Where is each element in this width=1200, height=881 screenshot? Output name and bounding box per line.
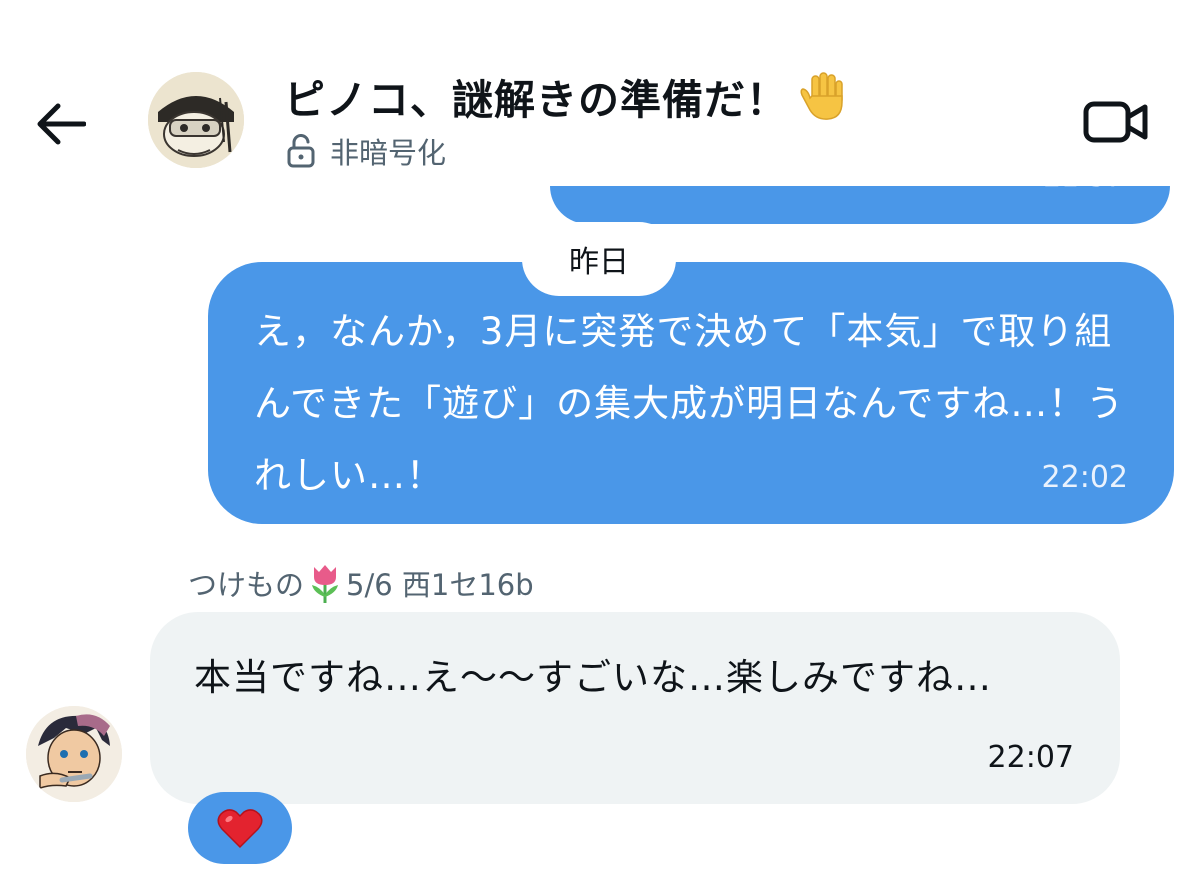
conversation-title[interactable]: ピノコ、謎解きの準備だ！ bbox=[284, 66, 850, 126]
arrow-left-icon bbox=[37, 103, 86, 145]
video-camera-icon bbox=[1083, 101, 1148, 143]
received-message-text: 本当ですね…え〜〜すごいな…楽しみですね… bbox=[194, 656, 992, 699]
manga-avatar-image bbox=[148, 72, 244, 168]
encryption-status: 非暗号化 bbox=[286, 130, 446, 172]
conversation-avatar[interactable] bbox=[148, 72, 244, 168]
dm-conversation-screen: 21:57 ピノコ、謎解きの準備だ！ bbox=[0, 0, 1200, 881]
sender-name: つけもの 5/6 西1セ16b bbox=[188, 562, 534, 604]
sent-message-bubble[interactable]: え，なんか，3月に突発で決めて「本気」で取り組んできた「遊び」の集大成が明日なん… bbox=[208, 262, 1174, 524]
date-divider: 昨日 bbox=[522, 222, 676, 296]
sender-avatar[interactable] bbox=[26, 706, 122, 802]
manga-avatar-image bbox=[26, 706, 122, 802]
heart-icon bbox=[217, 809, 263, 849]
sent-message-text: え，なんか，3月に突発で決めて「本気」で取り組んできた「遊び」の集大成が明日なん… bbox=[254, 310, 1125, 497]
back-button[interactable] bbox=[28, 92, 92, 156]
video-call-button[interactable] bbox=[1078, 92, 1154, 152]
conversation-title-text: ピノコ、謎解きの準備だ！ bbox=[284, 76, 788, 124]
tulip-icon bbox=[308, 563, 342, 603]
received-message-bubble[interactable]: 本当ですね…え〜〜すごいな…楽しみですね… 22:07 bbox=[150, 612, 1120, 804]
sender-name-part2: 5/6 西1セ16b bbox=[346, 568, 534, 602]
sent-message-time: 22:02 bbox=[1041, 460, 1128, 495]
received-message-time: 22:07 bbox=[987, 740, 1074, 775]
heart-reaction-button[interactable] bbox=[188, 792, 292, 864]
sender-name-part1: つけもの bbox=[188, 568, 305, 602]
unlocked-lock-icon bbox=[287, 134, 315, 168]
encryption-label: 非暗号化 bbox=[330, 136, 447, 170]
raised-hand-icon bbox=[798, 70, 850, 122]
